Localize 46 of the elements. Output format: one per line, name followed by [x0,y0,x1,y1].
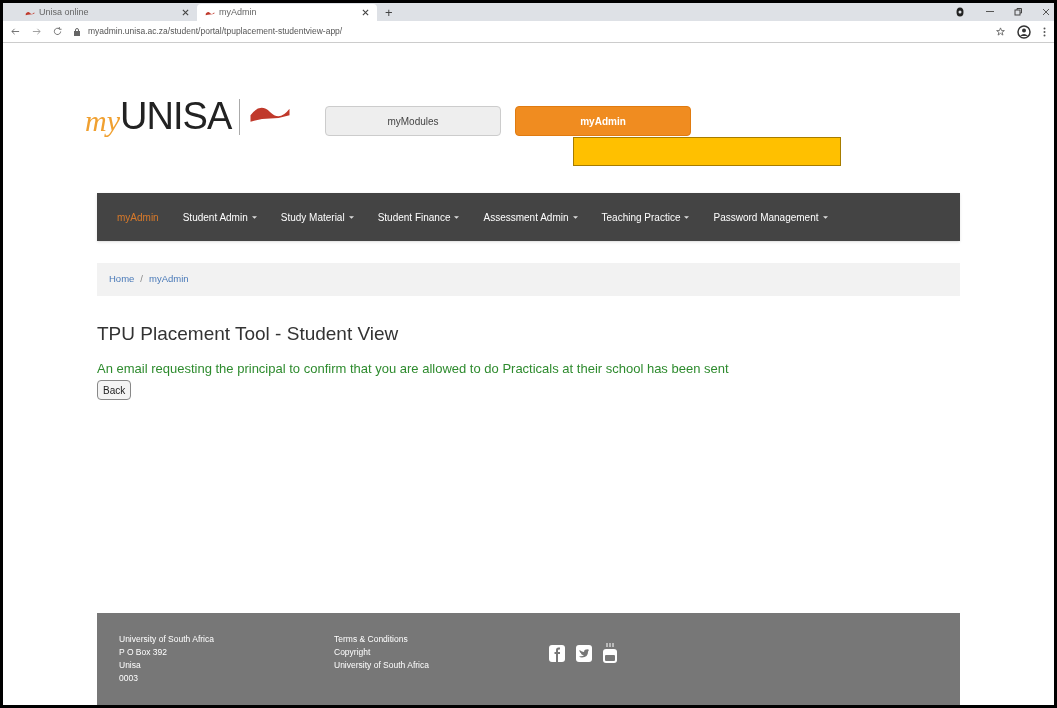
nav-item[interactable]: Assessment Admin [483,209,578,225]
breadcrumb-link[interactable]: myAdmin [149,272,189,287]
new-tab-button[interactable]: + [385,6,393,19]
address-line: P O Box 392 [119,646,169,659]
portal-button[interactable]: myModules [325,106,501,136]
reload-icon[interactable] [53,27,62,36]
facebook-icon[interactable] [549,645,565,662]
page-title: TPU Placement Tool - Student View [97,322,400,346]
minimize-icon[interactable] [986,11,994,13]
nav-item[interactable]: Teaching Practice [601,209,690,225]
lock-icon [74,27,80,36]
footer-link[interactable]: University of South Africa [334,659,549,672]
url-text: myadmin.unisa.ac.za/student/portal/tpuplacement-studentview-app/ [88,25,343,38]
account-icon[interactable] [1017,24,1031,39]
footer-link[interactable]: Copyright [334,646,549,659]
nav-item[interactable]: Student Admin [182,209,257,225]
nav-item[interactable]: Student Finance [377,209,460,225]
footer-link[interactable]: Terms & Conditions [334,633,549,646]
tab-favicon-icon [205,9,215,16]
caret-icon [572,215,578,219]
address-line: University of South Africa [119,633,215,646]
caret-icon [348,215,354,219]
unisa-logo[interactable]: myUNISA [85,88,323,145]
breadcrumb-link[interactable]: Home [109,272,135,287]
tab-favicon-icon [25,9,35,16]
close-icon[interactable] [182,9,189,16]
menu-icon[interactable] [1043,26,1046,37]
caret-icon [454,215,460,219]
caret-icon [251,215,257,219]
address-line: Unisa [119,659,142,672]
caret-icon [822,215,828,219]
close-icon[interactable] [362,9,369,16]
browser-tab[interactable]: myAdmin [197,4,377,21]
nav-item[interactable]: Password Management [713,209,828,225]
restore-icon[interactable] [1014,8,1022,16]
address-bar[interactable]: myadmin.unisa.ac.za/student/portal/tpuplacement-studentview-app/ [74,22,984,41]
nav-item[interactable]: Study Material [280,209,354,225]
back-button[interactable]: Back [97,380,132,400]
breadcrumb-separator: / [140,272,143,287]
success-message: An email requesting the principal to confirm that you are allowed to do Practicals at their school has been sent [97,359,730,378]
address-line: 0003 [119,672,139,685]
caret-icon [684,215,690,219]
back-arrow-icon[interactable] [11,27,20,36]
twitter-icon[interactable] [576,645,592,662]
star-icon[interactable] [996,27,1005,36]
close-window-icon[interactable] [1042,8,1050,16]
